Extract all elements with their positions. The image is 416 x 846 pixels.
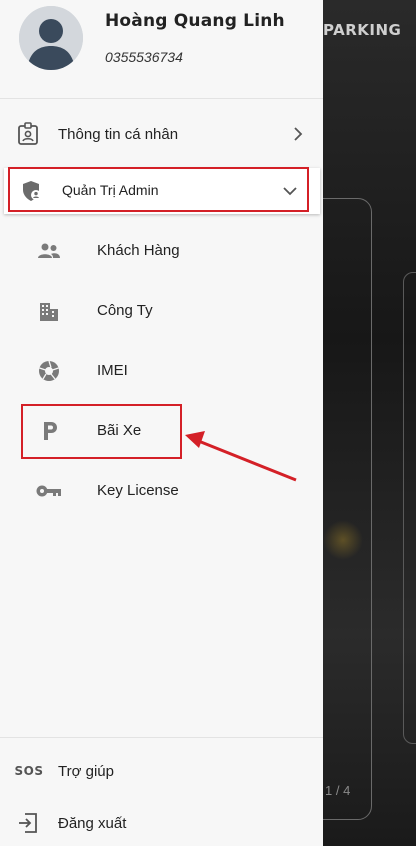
aperture-icon [37, 359, 61, 383]
chevron-right-icon [290, 126, 306, 142]
menu-item-imei[interactable]: IMEI [0, 349, 323, 393]
background-card-secondary [403, 272, 416, 744]
menu-item-logout[interactable]: Đăng xuất [0, 801, 323, 845]
menu-item-personal-info[interactable]: Thông tin cá nhân [0, 112, 323, 156]
user-phone: 0355536734 [105, 49, 183, 65]
profile-header: Hoàng Quang Linh 0355536734 [0, 0, 323, 98]
divider [0, 98, 323, 99]
avatar[interactable] [19, 6, 83, 70]
brand-text: PARKING [323, 21, 402, 39]
building-icon [37, 299, 61, 323]
menu-item-label: Công Ty [97, 302, 153, 319]
menu-item-label: IMEI [97, 362, 128, 379]
people-icon [37, 239, 61, 263]
menu-item-label: Thông tin cá nhân [58, 126, 179, 143]
divider [0, 737, 323, 738]
menu-item-help[interactable]: SOS Trợ giúp [0, 749, 323, 793]
menu-item-label: Đăng xuất [58, 815, 127, 832]
menu-item-label: Key License [97, 482, 179, 499]
menu-item-customers[interactable]: Khách Hàng [0, 229, 323, 273]
key-icon [36, 481, 62, 501]
menu-item-company[interactable]: Công Ty [0, 289, 323, 333]
menu-item-key-license[interactable]: Key License [0, 469, 323, 513]
page-indicator: 1 / 4 [325, 783, 351, 798]
highlight-box-parking [21, 404, 182, 459]
menu-item-label: Khách Hàng [97, 242, 180, 259]
menu-item-label: Trợ giúp [58, 763, 114, 780]
user-name: Hoàng Quang Linh [105, 11, 285, 31]
logout-icon [16, 811, 40, 835]
navigation-drawer: Hoàng Quang Linh 0355536734 Thông tin cá… [0, 0, 323, 846]
contact-card-icon [16, 122, 40, 146]
highlight-box-admin [8, 167, 309, 212]
sos-icon: SOS [14, 764, 44, 778]
